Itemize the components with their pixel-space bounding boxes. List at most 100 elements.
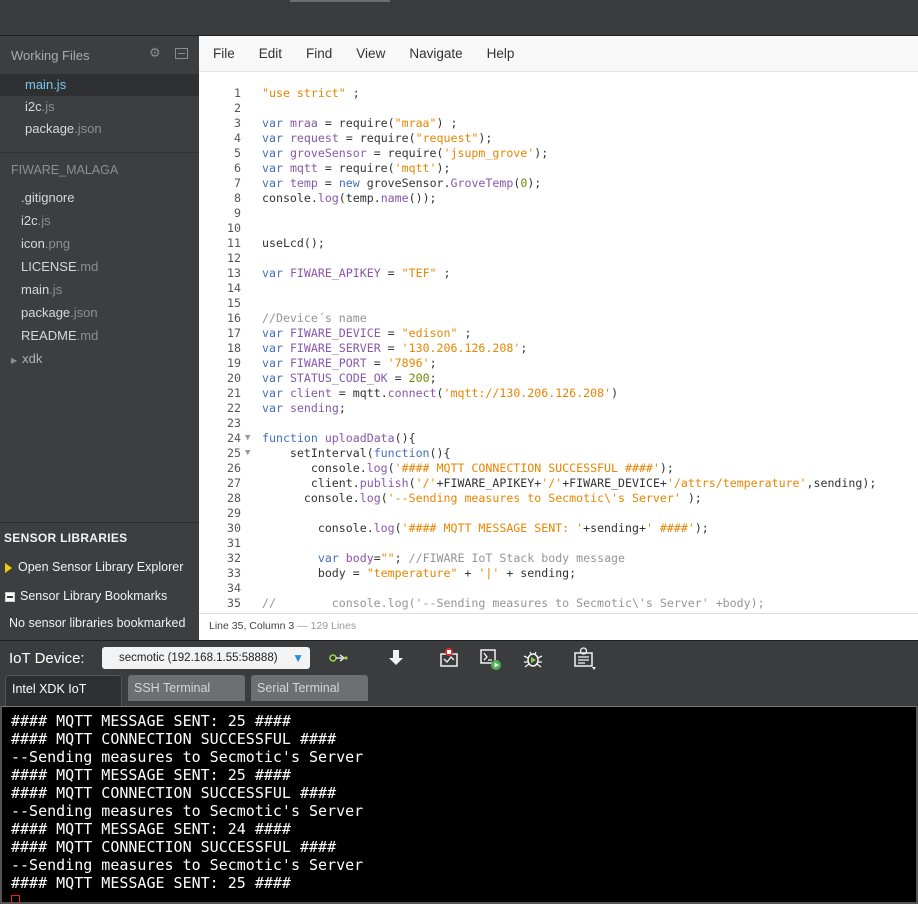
line-number: 4 bbox=[234, 131, 241, 145]
code-line: 28 console.log('--Sending measures to Se… bbox=[199, 491, 918, 506]
working-files-header: Working Files ⚙ bbox=[0, 36, 199, 74]
collapse-minus-icon[interactable] bbox=[5, 591, 15, 602]
fold-arrow-icon[interactable]: ▼ bbox=[245, 446, 250, 461]
debug-bug-icon[interactable] bbox=[521, 647, 545, 671]
line-number: 29 bbox=[227, 506, 241, 520]
tree-file-item[interactable]: i2c.js bbox=[0, 209, 199, 232]
code-text: console.log('#### MQTT CONNECTION SUCCES… bbox=[262, 461, 674, 475]
terminal-line: --Sending measures to Secmotic's Server bbox=[11, 856, 364, 874]
tree-file-item[interactable]: package.json bbox=[0, 301, 199, 324]
tree-folder-xdk[interactable]: ▶ xdk bbox=[0, 347, 199, 370]
code-text: var groveSensor = require('jsupm_grove')… bbox=[262, 146, 549, 160]
code-line: 20 var STATUS_CODE_OK = 200; bbox=[199, 371, 918, 386]
terminal-line: #### MQTT CONNECTION SUCCESSFUL #### bbox=[11, 784, 337, 802]
tree-file-item[interactable]: .gitignore bbox=[0, 186, 199, 209]
file-extension: .js bbox=[41, 99, 55, 114]
code-text: var client = mqtt.connect('mqtt://130.20… bbox=[262, 386, 619, 400]
open-sensor-explorer-link[interactable]: Open Sensor Library Explorer bbox=[0, 553, 199, 582]
file-name: README bbox=[21, 328, 77, 343]
iot-device-label: IoT Device: bbox=[9, 650, 85, 667]
terminal-line: #### MQTT MESSAGE SENT: 25 #### bbox=[11, 874, 291, 892]
menu-item-find[interactable]: Find bbox=[306, 46, 332, 61]
line-number: 11 bbox=[227, 236, 241, 250]
code-line: 15 bbox=[199, 296, 918, 311]
file-extension: .js bbox=[37, 213, 51, 228]
tree-file-item[interactable]: icon.png bbox=[0, 232, 199, 255]
line-number: 14 bbox=[227, 281, 241, 295]
code-line: 7 var temp = new groveSensor.GroveTemp(0)… bbox=[199, 176, 918, 191]
working-file-item[interactable]: package.json bbox=[0, 118, 199, 140]
gear-icon[interactable]: ⚙ bbox=[149, 46, 161, 59]
code-text: var mqtt = require('mqtt'); bbox=[262, 161, 451, 175]
tab-label: Intel XDK IoT bbox=[12, 682, 87, 696]
menu-item-help[interactable]: Help bbox=[487, 46, 515, 61]
line-number: 6 bbox=[234, 161, 241, 175]
code-line: 34 bbox=[199, 581, 918, 596]
manage-daemon-icon[interactable] bbox=[572, 647, 596, 671]
terminal-console[interactable]: #### MQTT MESSAGE SENT: 25 #### #### MQTT… bbox=[0, 706, 918, 904]
terminal-line: #### MQTT CONNECTION SUCCESSFUL #### bbox=[11, 730, 337, 748]
line-number: 27 bbox=[227, 476, 241, 490]
line-number: 30 bbox=[227, 521, 241, 535]
working-file-item[interactable]: i2c.js bbox=[0, 96, 199, 118]
menu-bar: File Edit Find View Navigate Help bbox=[199, 36, 918, 72]
play-triangle-icon bbox=[5, 562, 12, 573]
tab-label: Serial Terminal bbox=[257, 681, 340, 695]
code-text: var FIWARE_SERVER = '130.206.126.208'; bbox=[262, 341, 528, 355]
device-select[interactable]: secmotic (192.168.1.55:58888) ▼ bbox=[102, 647, 310, 669]
working-file-item[interactable]: main.js bbox=[0, 74, 199, 96]
tree-file-item[interactable]: LICENSE.md bbox=[0, 255, 199, 278]
project-tree: .gitignore i2c.js icon.png LICENSE.md main.j… bbox=[0, 186, 199, 347]
terminal-line: --Sending measures to Secmotic's Server bbox=[11, 802, 364, 820]
sidebar: Working Files ⚙ main.js i2c.js package.jso… bbox=[0, 36, 199, 640]
fold-arrow-icon[interactable]: ▼ bbox=[245, 431, 250, 446]
code-text: var FIWARE_APIKEY = "TEF" ; bbox=[262, 266, 451, 280]
code-line: 14 bbox=[199, 281, 918, 296]
terminal-line: #### MQTT MESSAGE SENT: 24 #### bbox=[11, 820, 291, 838]
line-number: 32 bbox=[227, 551, 241, 565]
menu-item-file[interactable]: File bbox=[213, 46, 235, 61]
line-number: 33 bbox=[227, 566, 241, 580]
menu-item-edit[interactable]: Edit bbox=[259, 46, 282, 61]
terminal-line: #### MQTT MESSAGE SENT: 25 #### bbox=[11, 712, 291, 730]
file-name: package bbox=[21, 305, 71, 320]
code-line: 1 "use strict" ; bbox=[199, 86, 918, 101]
caret-right-icon[interactable]: ▶ bbox=[11, 356, 17, 365]
code-area[interactable]: 1 "use strict" ; 2 3 var mraa = require("mra… bbox=[199, 86, 918, 612]
code-line: 13 var FIWARE_APIKEY = "TEF" ; bbox=[199, 266, 918, 281]
split-view-icon[interactable] bbox=[175, 48, 188, 59]
tab-serial-terminal[interactable]: Serial Terminal bbox=[251, 675, 368, 701]
file-extension: .png bbox=[44, 236, 71, 251]
code-line: 6 var mqtt = require('mqtt'); bbox=[199, 161, 918, 176]
file-extension: .js bbox=[49, 282, 63, 297]
no-bookmarks-text: No sensor libraries bookmarked bbox=[9, 616, 186, 630]
code-line: 17 var FIWARE_DEVICE = "edison" ; bbox=[199, 326, 918, 341]
menu-item-navigate[interactable]: Navigate bbox=[409, 46, 462, 61]
file-extension: .md bbox=[76, 259, 99, 274]
connect-icon[interactable] bbox=[326, 647, 350, 671]
build-run-icon[interactable] bbox=[479, 647, 503, 671]
code-text: var sending; bbox=[262, 401, 346, 415]
line-number: 22 bbox=[227, 401, 241, 415]
dropdown-arrow-icon[interactable]: ▼ bbox=[292, 647, 304, 669]
code-line: 19 var FIWARE_PORT = '7896'; bbox=[199, 356, 918, 371]
line-number: 28 bbox=[227, 491, 241, 505]
tab-intel-xdk-iot[interactable]: Intel XDK IoT bbox=[5, 675, 122, 706]
sensor-libraries-panel: SENSOR LIBRARIES Open Sensor Library Exp… bbox=[0, 522, 199, 640]
tree-file-item[interactable]: main.js bbox=[0, 278, 199, 301]
stop-app-icon[interactable] bbox=[437, 647, 461, 671]
sensor-bookmarks-toggle[interactable]: Sensor Library Bookmarks bbox=[0, 582, 199, 611]
upload-arrow-icon[interactable] bbox=[384, 647, 408, 671]
line-number: 23 bbox=[227, 416, 241, 430]
tree-file-item[interactable]: README.md bbox=[0, 324, 199, 347]
tab-ssh-terminal[interactable]: SSH Terminal bbox=[128, 675, 245, 701]
line-number: 25 bbox=[227, 446, 241, 460]
code-text: client.publish('/'+FIWARE_APIKEY+'/'+FIW… bbox=[262, 476, 877, 490]
code-line: 18 var FIWARE_SERVER = '130.206.126.208'; bbox=[199, 341, 918, 356]
code-text: console.log('#### MQTT MESSAGE SENT: '+s… bbox=[262, 521, 709, 535]
code-line: 11 useLcd(); bbox=[199, 236, 918, 251]
project-title[interactable]: FIWARE_MALAGA bbox=[0, 152, 199, 186]
line-number: 8 bbox=[234, 191, 241, 205]
menu-item-view[interactable]: View bbox=[356, 46, 385, 61]
code-line: 8 console.log(temp.name()); bbox=[199, 191, 918, 206]
